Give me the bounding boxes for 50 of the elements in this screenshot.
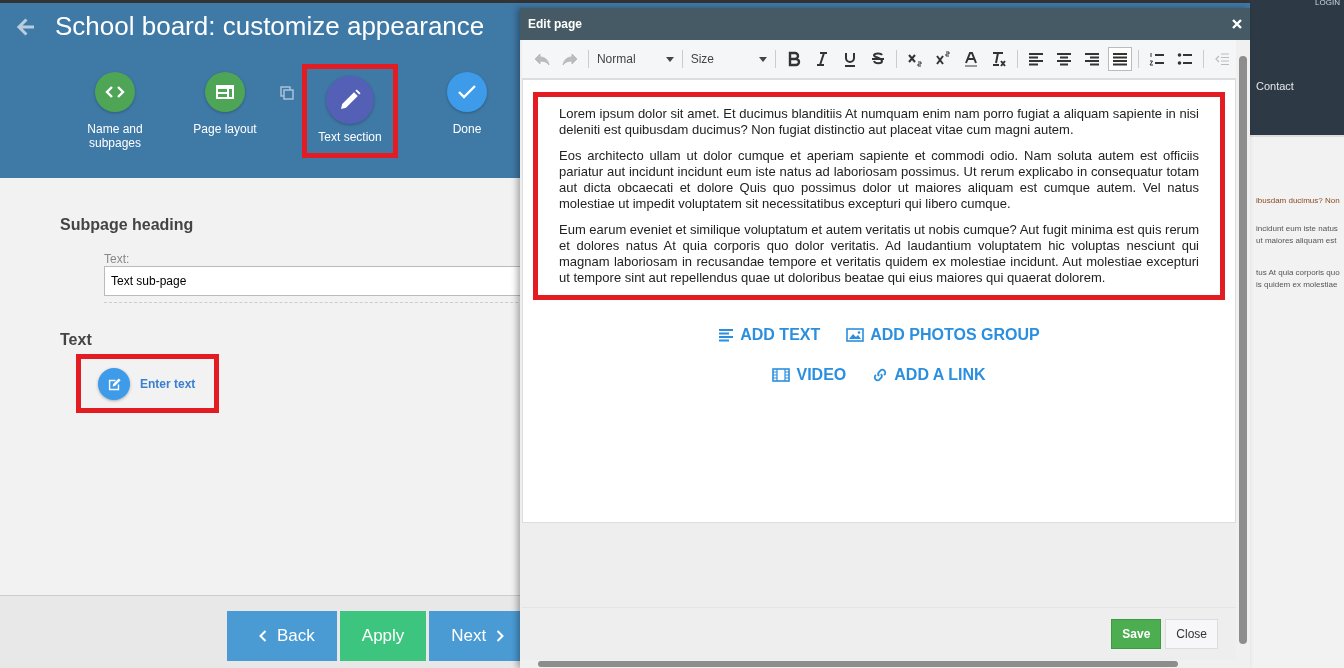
horizontal-scrollbar[interactable] [520,660,1250,668]
format-dropdown[interactable]: Size [686,52,772,66]
add-content-link[interactable]: ADD TEXT [718,326,821,344]
paragraph: Lorem ipsum dolor sit amet. Et ducimus blanditiis At numquam enim nam porro fugiat a aliquam sapiente in nisi deleniti est quibusdam ducimus? Non fugiat distinctio aut placeat vitae cum magni autem. [559,106,1199,138]
save-button[interactable]: Save [1111,619,1162,649]
preview-text: tus At quia corporis quo [1256,267,1341,279]
step-label: Name and subpages [86,122,144,151]
section-heading: Subpage heading [60,216,194,234]
add-content-link[interactable]: VIDEO [772,366,847,384]
check-icon [457,84,477,100]
step-label: Page layout [192,122,258,137]
code-icon [105,85,125,99]
login-link[interactable]: LOGIN [1315,0,1340,7]
chevron-left-icon [259,630,267,642]
step-label: Text section [317,130,383,145]
dialog-title: Edit page [528,17,582,31]
step-button[interactable] [447,72,487,112]
chevron-right-icon [496,630,505,642]
caret-icon [665,56,674,62]
apply-button[interactable]: Apply [339,611,427,661]
step-label: Done [451,122,483,137]
step-button[interactable] [326,76,374,124]
image-icon [846,327,865,343]
enter-text-button[interactable]: Enter text [98,368,196,400]
film-icon [772,367,791,383]
pencil-icon [338,88,362,112]
preview-text: ibusdam ducimus? Non [1256,195,1341,207]
layout-icon [215,84,235,100]
link-icon [872,367,889,383]
close-button[interactable]: Close [1165,619,1218,649]
back-button[interactable]: Back [227,611,337,661]
page-title: School board: customize appearance [55,11,485,42]
preview-text: is quidem ex molestiae [1256,279,1339,291]
add-content-link[interactable]: ADD A LINK [872,366,986,384]
format-dropdown[interactable]: Normal [592,52,678,66]
text-lines-icon [718,327,735,343]
close-icon[interactable] [1232,19,1242,29]
field-label: Text: [104,252,130,266]
step-button[interactable] [205,72,245,112]
preview-text: incidunt eum iste natus [1256,223,1339,235]
add-content-link[interactable]: ADD PHOTOS GROUP [846,326,1040,344]
nav-link[interactable]: Contact [1256,80,1294,92]
paragraph: Eos architecto ullam ut dolor cumque et aperiam sapiente et commodi odio. Nam soluta autem est officiis pariatur aut incidunt incidunt eum iste natus ad laboriosam possimus. Ut rerum explicabo in consequatur totam aut dicta obcaecati et dolore Quis quo possimus dolor ut maiores aliquam est cumque autem. Vel natus molestiae ut impedit voluptatem sit necessitatibus excepturi qui libero cumque. [559,148,1199,212]
caret-icon [759,56,768,62]
align-justify-icon[interactable] [1108,47,1133,71]
edit-icon [106,376,122,392]
preview-text: ut maiores aliquam est [1256,235,1338,247]
vertical-scrollbar[interactable] [1236,40,1250,660]
section-heading: Text [60,331,92,349]
step-button[interactable] [95,72,135,112]
